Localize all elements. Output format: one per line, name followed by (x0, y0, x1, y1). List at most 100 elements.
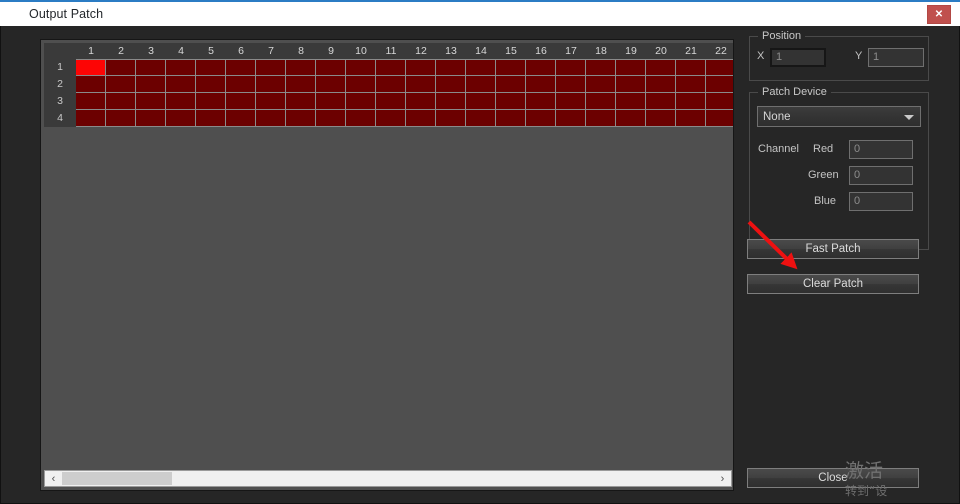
grid-cell[interactable] (586, 59, 616, 76)
grid-cell[interactable] (676, 76, 706, 93)
grid-cell[interactable] (706, 76, 733, 93)
grid-cell[interactable] (196, 59, 226, 76)
grid-cell[interactable] (76, 110, 106, 127)
grid-cell[interactable] (496, 93, 526, 110)
grid-cell[interactable] (136, 59, 166, 76)
grid-cell[interactable] (196, 110, 226, 127)
grid-cell[interactable] (556, 59, 586, 76)
scroll-right-icon[interactable]: › (714, 471, 731, 486)
grid-cell[interactable] (436, 110, 466, 127)
grid-cell[interactable] (316, 110, 346, 127)
grid-cell[interactable] (286, 76, 316, 93)
grid-cell[interactable] (106, 76, 136, 93)
grid-cell[interactable] (406, 76, 436, 93)
grid-cell[interactable] (286, 93, 316, 110)
close-window-button[interactable]: ✕ (927, 5, 951, 24)
grid-horizontal-scrollbar[interactable]: ‹ › (44, 470, 732, 487)
grid-cell[interactable] (466, 110, 496, 127)
grid-cell[interactable] (316, 76, 346, 93)
grid-cell[interactable] (556, 76, 586, 93)
grid-cell[interactable] (376, 110, 406, 127)
grid-cell[interactable] (406, 93, 436, 110)
grid-cell[interactable] (226, 76, 256, 93)
patch-grid-panel[interactable]: 1 2 3 4 5 6 7 8 9 10 11 12 13 14 15 16 17 18 19 20 21 22 1234… (40, 39, 734, 491)
grid-cell[interactable] (586, 110, 616, 127)
grid-cell[interactable] (166, 110, 196, 127)
grid-cell[interactable] (466, 93, 496, 110)
grid-cell[interactable] (616, 76, 646, 93)
grid-cell[interactable] (436, 93, 466, 110)
grid-cell[interactable] (76, 93, 106, 110)
grid-cell[interactable] (316, 59, 346, 76)
grid-cell[interactable] (496, 110, 526, 127)
grid-cell[interactable] (406, 110, 436, 127)
grid-cell[interactable] (376, 76, 406, 93)
channel-blue-input[interactable]: 0 (849, 192, 913, 211)
grid-cell[interactable] (646, 110, 676, 127)
grid-cell[interactable] (196, 93, 226, 110)
fast-patch-button[interactable]: Fast Patch (747, 239, 919, 259)
grid-cell[interactable] (226, 110, 256, 127)
grid-cell[interactable] (616, 110, 646, 127)
grid-cell-selected[interactable] (76, 59, 106, 76)
grid-cell[interactable] (256, 59, 286, 76)
grid-cell[interactable] (556, 110, 586, 127)
grid-cell[interactable] (226, 59, 256, 76)
grid-cell[interactable] (526, 93, 556, 110)
grid-cell[interactable] (316, 93, 346, 110)
grid-cell[interactable] (706, 93, 733, 110)
grid-cell[interactable] (496, 59, 526, 76)
scroll-left-icon[interactable]: ‹ (45, 471, 62, 486)
grid-cell[interactable] (466, 59, 496, 76)
grid-cell[interactable] (106, 93, 136, 110)
x-input[interactable]: 1 (770, 48, 826, 67)
grid-cell[interactable] (166, 93, 196, 110)
grid-cell[interactable] (436, 59, 466, 76)
close-button[interactable]: Close (747, 468, 919, 488)
grid-cell[interactable] (706, 110, 733, 127)
grid-cell[interactable] (256, 93, 286, 110)
grid-cell[interactable] (646, 93, 676, 110)
grid-cell[interactable] (706, 59, 733, 76)
grid-cell[interactable] (616, 59, 646, 76)
channel-red-input[interactable]: 0 (849, 140, 913, 159)
grid-cell[interactable] (586, 76, 616, 93)
grid-cell[interactable] (676, 59, 706, 76)
grid-cell[interactable] (136, 93, 166, 110)
grid-cell[interactable] (106, 59, 136, 76)
grid-cell[interactable] (586, 93, 616, 110)
grid-cell[interactable] (346, 110, 376, 127)
patch-grid[interactable]: 1 2 3 4 5 6 7 8 9 10 11 12 13 14 15 16 17 18 19 20 21 22 1234 (44, 43, 733, 467)
grid-cell[interactable] (526, 110, 556, 127)
grid-cell[interactable] (346, 76, 376, 93)
grid-cell[interactable] (226, 93, 256, 110)
grid-cell[interactable] (76, 76, 106, 93)
grid-cell[interactable] (496, 76, 526, 93)
grid-cell[interactable] (256, 110, 286, 127)
grid-cell[interactable] (196, 76, 226, 93)
grid-cell[interactable] (256, 76, 286, 93)
channel-green-input[interactable]: 0 (849, 166, 913, 185)
grid-cell[interactable] (646, 59, 676, 76)
grid-cell[interactable] (556, 93, 586, 110)
grid-cell[interactable] (466, 76, 496, 93)
grid-cell[interactable] (106, 110, 136, 127)
grid-cell[interactable] (616, 93, 646, 110)
patch-device-select[interactable]: None (757, 106, 921, 127)
grid-cell[interactable] (136, 76, 166, 93)
grid-cell[interactable] (136, 110, 166, 127)
grid-cell[interactable] (526, 76, 556, 93)
scrollbar-thumb[interactable] (62, 472, 172, 485)
grid-cell[interactable] (286, 110, 316, 127)
grid-cell[interactable] (646, 76, 676, 93)
grid-rows[interactable]: 1234 (44, 59, 733, 127)
grid-cell[interactable] (166, 59, 196, 76)
grid-cell[interactable] (286, 59, 316, 76)
grid-cell[interactable] (676, 110, 706, 127)
grid-cell[interactable] (346, 93, 376, 110)
grid-cell[interactable] (166, 76, 196, 93)
grid-cell[interactable] (676, 93, 706, 110)
grid-cell[interactable] (436, 76, 466, 93)
grid-cell[interactable] (346, 59, 376, 76)
scrollbar-track[interactable] (62, 471, 714, 486)
